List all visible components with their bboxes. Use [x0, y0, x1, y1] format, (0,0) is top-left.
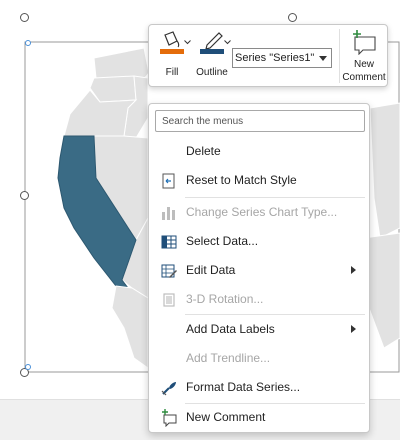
submenu-arrow-icon [351, 266, 356, 274]
menu-item-label: Select Data... [186, 234, 259, 248]
selection-handle-top-middle[interactable] [288, 13, 297, 22]
series-select[interactable]: Series "Series1" [232, 48, 332, 68]
menu-item-add-data-labels[interactable]: Add Data Labels [150, 315, 368, 344]
menu-item-label: Format Data Series... [186, 380, 301, 394]
series-point-handle-bottom[interactable] [25, 364, 31, 370]
map-region-east [369, 102, 400, 239]
menu-item-label: Delete [186, 144, 221, 158]
format-series-icon [161, 382, 176, 396]
menu-item-label: Edit Data [186, 263, 236, 277]
menu-item-delete[interactable]: Delete [150, 137, 368, 166]
menu-item-3d-rotation[interactable]: 3-D Rotation... [150, 285, 368, 314]
menu-item-change-series-chart-type[interactable]: Change Series Chart Type... [150, 198, 368, 227]
fill-label: Fill [165, 67, 179, 78]
context-menu: Delete Reset to Match Style Change Serie… [148, 103, 370, 433]
outline-label: Outline [196, 67, 228, 78]
mini-toolbar: Fill Outline Series "Series1" New Commen… [148, 24, 388, 87]
selection-handle-top-left[interactable] [20, 13, 29, 22]
select-data-icon [161, 235, 177, 249]
menu-item-label: Reset to Match Style [186, 173, 297, 187]
series-point-handle-top[interactable] [25, 40, 31, 46]
chart-type-icon [162, 207, 175, 220]
toolbar-separator [339, 29, 340, 83]
new-comment-label-2: Comment [342, 72, 386, 83]
menu-item-edit-data[interactable]: Edit Data [150, 256, 368, 285]
new-comment-icon [353, 30, 376, 55]
menu-item-format-data-series[interactable]: Format Data Series... [150, 373, 368, 402]
fill-button[interactable]: Fill [153, 27, 191, 83]
menu-item-label: Change Series Chart Type... [186, 205, 338, 219]
menu-item-add-trendline[interactable]: Add Trendline... [150, 344, 368, 373]
selection-handle-middle-left[interactable] [20, 191, 29, 200]
outline-button[interactable]: Outline [193, 27, 231, 83]
paint-bucket-icon [160, 31, 191, 54]
new-comment-button[interactable]: New Comment [341, 27, 387, 85]
menu-item-label: Add Data Labels [186, 322, 275, 336]
new-comment-icon [162, 409, 177, 427]
menu-item-label: New Comment [186, 410, 266, 424]
submenu-arrow-icon [351, 325, 356, 333]
rotation-3d-icon [163, 293, 175, 307]
menu-item-label: 3-D Rotation... [186, 292, 264, 306]
menu-item-select-data[interactable]: Select Data... [150, 227, 368, 256]
chevron-down-icon [319, 56, 327, 61]
menu-item-new-comment[interactable]: New Comment [150, 403, 368, 432]
pen-outline-icon [200, 32, 231, 54]
reset-style-icon [162, 173, 175, 189]
map-region-mexico [111, 285, 149, 369]
search-menus-input[interactable] [155, 110, 365, 132]
series-select-value: Series "Series1" [235, 52, 315, 64]
menu-item-label: Add Trendline... [186, 351, 271, 365]
new-comment-label-1: New [353, 59, 374, 70]
edit-data-icon [161, 264, 177, 278]
menu-item-reset-to-match-style[interactable]: Reset to Match Style [150, 166, 368, 195]
